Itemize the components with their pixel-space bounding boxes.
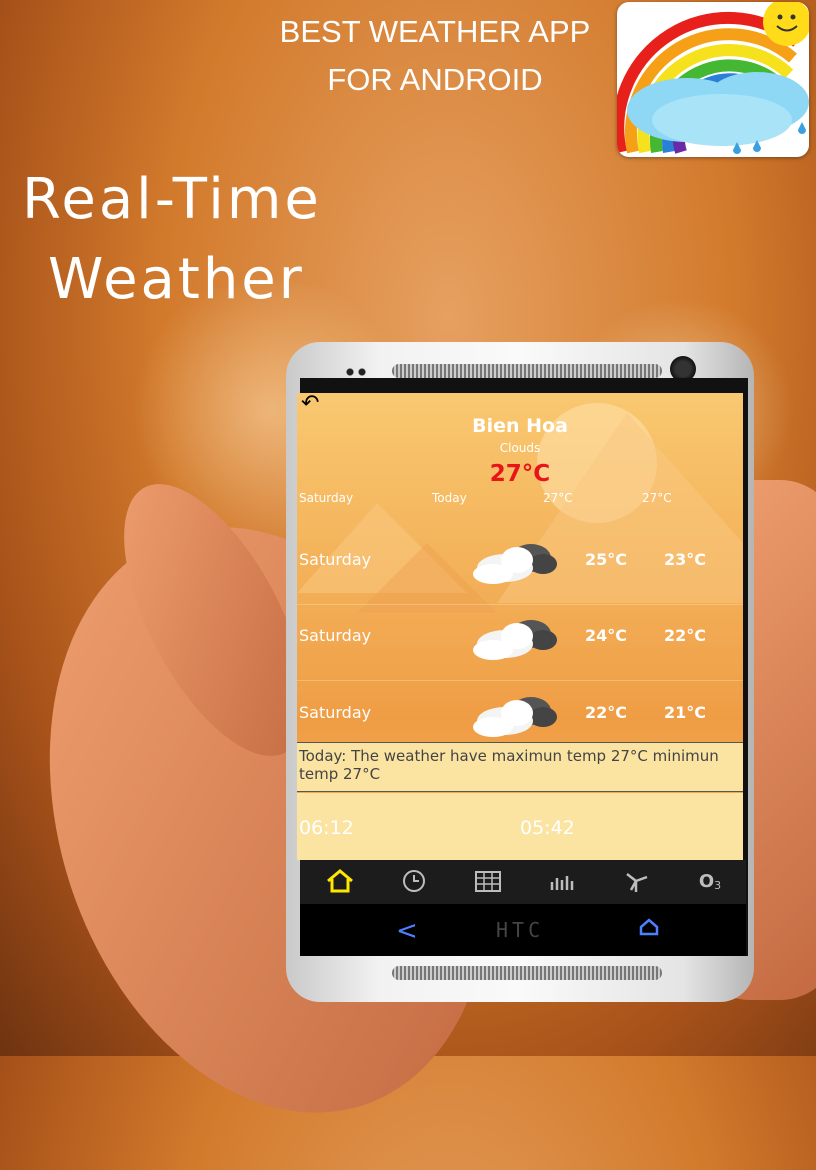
promo-line-1: BEST WEATHER APP [279, 14, 591, 49]
forecast-high: 22°C [585, 703, 628, 722]
forecast-day: Saturday [299, 703, 372, 722]
ozone-sub: 3 [714, 878, 722, 892]
top-speaker-grille [392, 364, 662, 378]
calendar-icon[interactable] [468, 866, 508, 896]
header-day: Saturday [299, 491, 354, 505]
forecast-low: 22°C [664, 626, 707, 645]
header-max: 27°C [543, 491, 573, 505]
app-logo [617, 2, 809, 157]
sunset-time: 05:42 [520, 817, 575, 839]
header-min: 27°C [642, 491, 672, 505]
chart-icon[interactable] [542, 866, 582, 896]
nav-home-icon[interactable] [638, 916, 660, 938]
sun-times: 06:12 05:42 [297, 793, 743, 860]
headline-line-1: Real-Time [22, 167, 322, 232]
home-icon[interactable] [320, 866, 360, 896]
nav-back-button[interactable]: < [396, 916, 418, 946]
wind-icon[interactable] [616, 866, 656, 896]
bottom-tab-bar: O3 [300, 860, 746, 904]
cloudy-icon [473, 620, 557, 660]
bottom-speaker-grille [392, 966, 662, 980]
ozone-icon[interactable]: O3 [690, 866, 730, 896]
back-arrow-icon[interactable]: ↶ [301, 393, 319, 416]
forecast-high: 24°C [585, 626, 628, 645]
forecast-low: 21°C [664, 703, 707, 722]
cloudy-icon [473, 697, 557, 737]
forecast-day: Saturday [299, 626, 372, 645]
system-nav-bar: < HTC [300, 904, 746, 956]
current-temp: 27°C [489, 461, 551, 487]
promo-title: BEST WEATHER APP FOR ANDROID [250, 8, 620, 104]
rainbow-cloud-icon [617, 2, 809, 154]
headline: Real-Time Weather [22, 160, 322, 320]
forecast-high: 25°C [585, 550, 628, 569]
forecast-day: Saturday [299, 550, 372, 569]
device-brand: HTC [496, 918, 545, 942]
promo-line-2: FOR ANDROID [327, 62, 543, 97]
condition-label: Clouds [499, 441, 541, 455]
sensor-dots [346, 368, 368, 376]
cloudy-icon [473, 544, 557, 584]
list-item[interactable]: Saturday 24°C 22°C [297, 604, 743, 681]
headline-line-2: Weather [48, 247, 305, 312]
app-screen: ↶ Bien Hoa Clouds 27°C Saturday Today 27… [297, 393, 743, 860]
weather-summary: Today: The weather have maximun temp 27°… [297, 742, 743, 792]
list-item[interactable]: Saturday 25°C 23°C [297, 528, 743, 605]
sunrise-time: 06:12 [299, 817, 354, 839]
header-today: Today [432, 491, 467, 505]
forecast-low: 23°C [664, 550, 707, 569]
city-name: Bien Hoa [472, 415, 568, 437]
ozone-label: O [698, 870, 715, 892]
clock-icon[interactable] [394, 866, 434, 896]
